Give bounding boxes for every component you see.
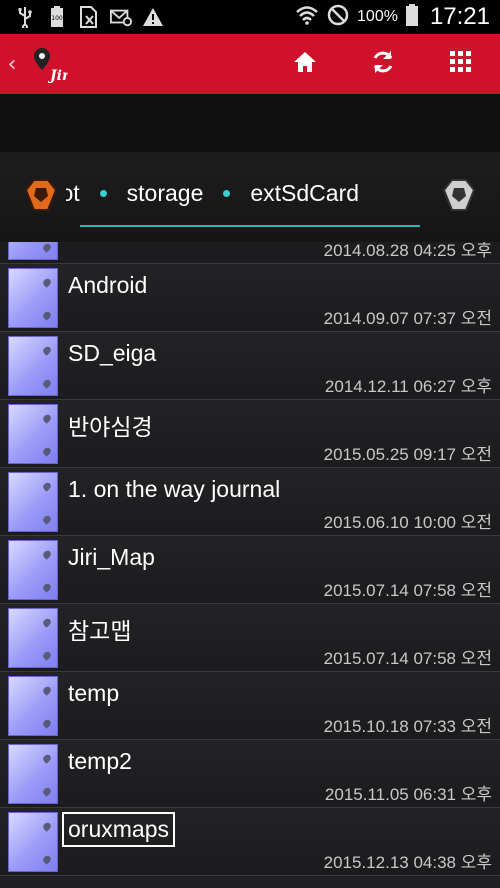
folder-icon (8, 744, 58, 804)
file-date: 2015.12.13 04:38 오후 (323, 853, 492, 872)
breadcrumb: root storage extSdCard (0, 152, 500, 242)
breadcrumb-separator (99, 190, 107, 197)
file-name: oruxmaps (62, 812, 175, 847)
list-item[interactable]: Android 2014.09.07 07:37 오전 (0, 264, 500, 332)
file-name: Android (68, 272, 148, 298)
file-name: 1. on the way journal (68, 476, 281, 502)
folder-icon (8, 242, 58, 260)
file-name: Jiri_Map (68, 544, 155, 570)
file-name: 반야심경 (68, 414, 153, 440)
battery-percent: 100% (357, 8, 398, 25)
breadcrumb-item-extsdcard[interactable]: extSdCard (250, 180, 359, 207)
battery-100-icon: 100 (46, 6, 68, 28)
home-button[interactable] (266, 34, 344, 94)
folder-icon (8, 268, 58, 328)
clock: 17:21 (429, 3, 490, 30)
refresh-icon (370, 49, 396, 79)
grid-menu-icon (450, 51, 472, 77)
list-item[interactable]: Jiri_Map 2015.07.14 07:58 오전 (0, 536, 500, 604)
file-name: 참고맵 (68, 618, 132, 644)
no-sim-icon (78, 6, 100, 28)
folder-icon (8, 540, 58, 600)
storage-back-icon[interactable] (24, 178, 58, 212)
list-item[interactable]: 반야심경 2015.05.25 09:17 오전 (0, 400, 500, 468)
app-bar: ‹ Jiri (0, 34, 500, 94)
toolbar-spacer (0, 94, 500, 152)
do-not-disturb-icon (327, 4, 349, 30)
file-date: 2015.07.14 07:58 오전 (323, 649, 492, 668)
home-icon (293, 50, 317, 78)
status-bar: 100 100% 17:21 (0, 0, 500, 34)
back-chevron-icon[interactable]: ‹ (4, 52, 20, 77)
file-date: 2015.11.05 06:31 오후 (324, 785, 492, 804)
breadcrumb-underline (80, 225, 420, 227)
wifi-icon (295, 5, 319, 29)
list-item[interactable]: temp2 2015.11.05 06:31 오후 (0, 740, 500, 808)
folder-icon (8, 404, 58, 464)
logo-text: Jiri (47, 68, 68, 84)
list-item[interactable]: temp 2015.10.18 07:33 오전 (0, 672, 500, 740)
breadcrumb-separator (223, 190, 231, 197)
folder-icon (8, 336, 58, 396)
file-date: 2015.06.10 10:00 오전 (323, 513, 492, 532)
breadcrumb-item-root[interactable]: root (66, 180, 80, 207)
file-date: 2014.12.11 06:27 오후 (324, 377, 492, 396)
file-date: 2015.10.18 07:33 오전 (323, 717, 492, 736)
list-item[interactable]: 참고맵 2015.07.14 07:58 오전 (0, 604, 500, 672)
file-name: temp2 (68, 748, 132, 774)
list-item-selected[interactable]: oruxmaps 2015.12.13 04:38 오후 (0, 808, 500, 876)
folder-icon (8, 812, 58, 872)
file-name: SD_eiga (68, 340, 157, 366)
list-item[interactable]: SD_eiga 2014.12.11 06:27 오후 (0, 332, 500, 400)
folder-icon (8, 472, 58, 532)
breadcrumb-item-storage[interactable]: storage (127, 180, 204, 207)
folder-icon (8, 676, 58, 736)
menu-button[interactable] (422, 34, 500, 94)
file-date: 2015.07.14 07:58 오전 (323, 581, 492, 600)
svg-text:100: 100 (51, 15, 63, 22)
warning-icon (142, 6, 164, 28)
list-item[interactable]: 2014.08.28 04:25 오후 (0, 242, 500, 264)
storage-forward-icon[interactable] (442, 178, 476, 212)
file-name: temp (68, 680, 120, 706)
mail-settings-icon (110, 6, 132, 28)
folder-icon (8, 608, 58, 668)
refresh-button[interactable] (344, 34, 422, 94)
battery-icon (405, 4, 418, 30)
usb-icon (14, 6, 36, 28)
app-logo[interactable]: Jiri (28, 44, 75, 84)
file-date: 2014.09.07 07:37 오전 (323, 309, 492, 328)
file-list: 2014.08.28 04:25 오후 Android 2014.09.07 0… (0, 242, 500, 888)
list-item[interactable]: 1. on the way journal 2015.06.10 10:00 오… (0, 468, 500, 536)
file-date: 2014.08.28 04:25 오후 (323, 242, 492, 260)
breadcrumb-path: root storage extSdCard (66, 152, 430, 242)
file-date: 2015.05.25 09:17 오전 (323, 445, 492, 464)
